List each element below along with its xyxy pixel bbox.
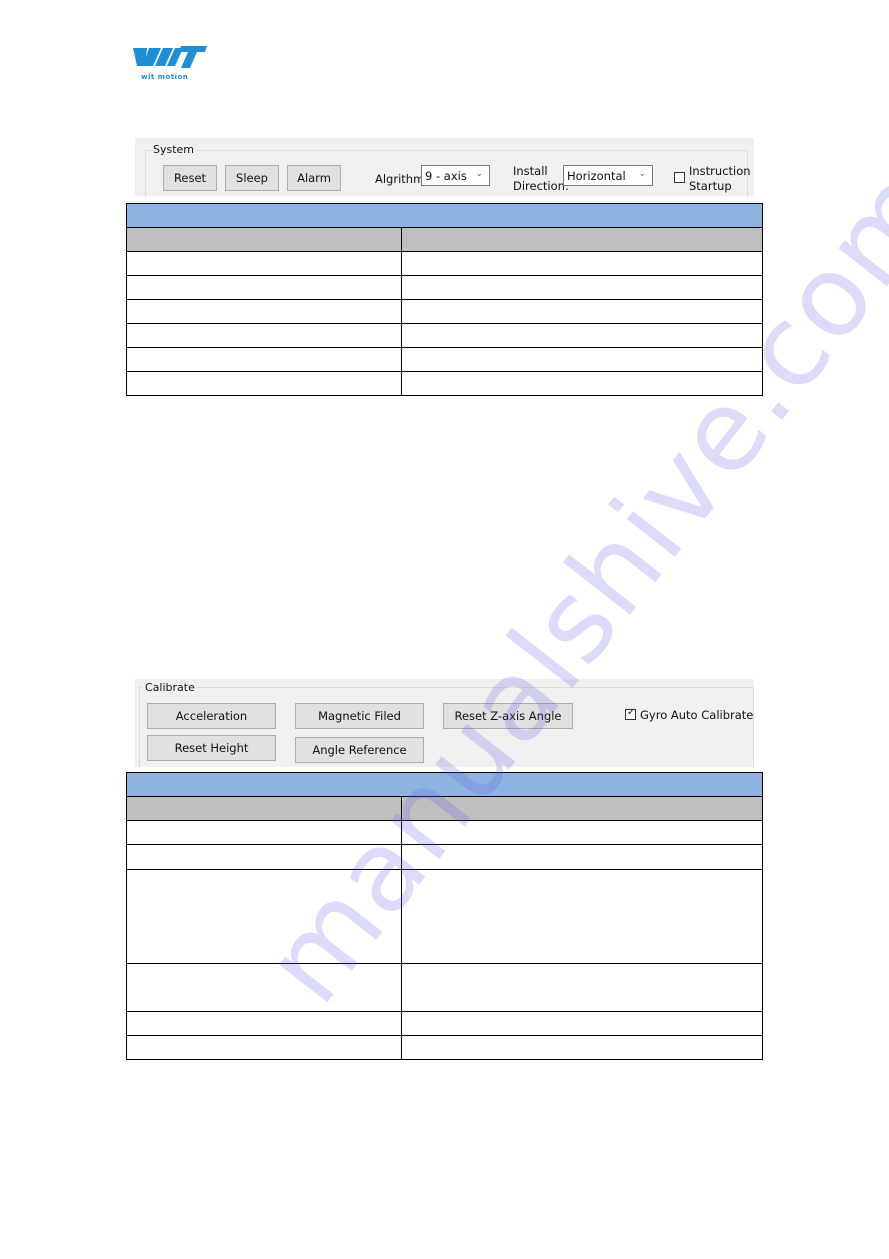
table-row	[126, 323, 763, 348]
table-row	[126, 371, 763, 396]
table-title	[126, 772, 763, 797]
logo-subtitle: wit motion	[141, 73, 189, 81]
table-header-row	[126, 227, 763, 252]
table-header-cell	[126, 227, 402, 252]
checkmark-icon: ✓	[627, 707, 636, 718]
table-cell	[401, 820, 763, 845]
table-cell	[401, 371, 763, 396]
system-table	[126, 203, 763, 396]
table-title	[126, 203, 763, 228]
table-cell	[401, 347, 763, 372]
table-row	[126, 869, 763, 964]
table-cell	[401, 1035, 763, 1060]
table-cell	[126, 1011, 402, 1036]
system-group-label: System	[151, 143, 197, 156]
table-cell	[126, 1035, 402, 1060]
table-cell	[126, 371, 402, 396]
calibrate-group-label: Calibrate	[143, 681, 197, 694]
table-row	[126, 347, 763, 372]
table-row	[126, 1011, 763, 1036]
table-header-row	[126, 796, 763, 821]
reset-height-button[interactable]: Reset Height	[147, 735, 276, 761]
wit-logo-mark-icon	[133, 46, 207, 68]
table-cell	[126, 869, 402, 964]
table-row	[126, 275, 763, 300]
table-row	[126, 820, 763, 845]
table-title-row	[126, 203, 763, 228]
table-title-row	[126, 772, 763, 797]
table-header-cell	[126, 796, 402, 821]
table-cell	[401, 963, 763, 1012]
table-row	[126, 299, 763, 324]
reset-z-axis-angle-button[interactable]: Reset Z-axis Angle	[443, 703, 573, 729]
install-direction-label-line1: Install	[513, 164, 548, 178]
table-cell	[126, 820, 402, 845]
table-cell	[126, 347, 402, 372]
gyro-auto-calibrate-label: Gyro Auto Calibrate	[640, 708, 754, 722]
wit-motion-logo: wit motion	[133, 44, 207, 84]
table-cell	[401, 844, 763, 870]
table-cell	[401, 275, 763, 300]
calibrate-table	[126, 772, 763, 1060]
table-row	[126, 963, 763, 1012]
table-row	[126, 844, 763, 870]
install-direction-select[interactable]: Horizontal ⌄	[563, 165, 653, 186]
table-cell	[126, 963, 402, 1012]
table-header-cell	[401, 227, 763, 252]
table-cell	[126, 299, 402, 324]
chevron-down-icon: ⌄	[475, 169, 483, 179]
table-cell	[126, 323, 402, 348]
chevron-down-icon: ⌄	[638, 169, 646, 179]
table-row	[126, 1035, 763, 1060]
instruction-startup-label-line2: Startup	[689, 179, 732, 193]
table-cell	[401, 299, 763, 324]
install-direction-label-line2: Direction:	[513, 179, 569, 193]
system-panel: System Reset Sleep Alarm Algrithm: 9 - a…	[135, 138, 754, 197]
table-header-cell	[401, 796, 763, 821]
reset-button[interactable]: Reset	[163, 165, 217, 191]
calibrate-panel: Calibrate Acceleration Magnetic Filed Re…	[135, 679, 754, 768]
instruction-startup-checkbox[interactable]	[674, 172, 685, 183]
acceleration-button[interactable]: Acceleration	[147, 703, 276, 729]
magnetic-field-button[interactable]: Magnetic Filed	[295, 703, 424, 729]
angle-reference-button[interactable]: Angle Reference	[295, 737, 424, 763]
algorithm-value: 9 - axis	[425, 168, 467, 183]
table-cell	[126, 251, 402, 276]
alarm-button[interactable]: Alarm	[287, 165, 341, 191]
table-cell	[401, 1011, 763, 1036]
table-row	[126, 251, 763, 276]
table-cell	[401, 251, 763, 276]
sleep-button[interactable]: Sleep	[225, 165, 279, 191]
gyro-auto-calibrate-checkbox[interactable]: ✓	[625, 707, 636, 720]
table-cell	[401, 323, 763, 348]
table-cell	[126, 275, 402, 300]
install-direction-value: Horizontal	[567, 168, 626, 183]
table-cell	[401, 869, 763, 964]
instruction-startup-label-line1: Instruction	[689, 164, 751, 178]
table-cell	[126, 844, 402, 870]
algorithm-select[interactable]: 9 - axis ⌄	[421, 165, 490, 186]
